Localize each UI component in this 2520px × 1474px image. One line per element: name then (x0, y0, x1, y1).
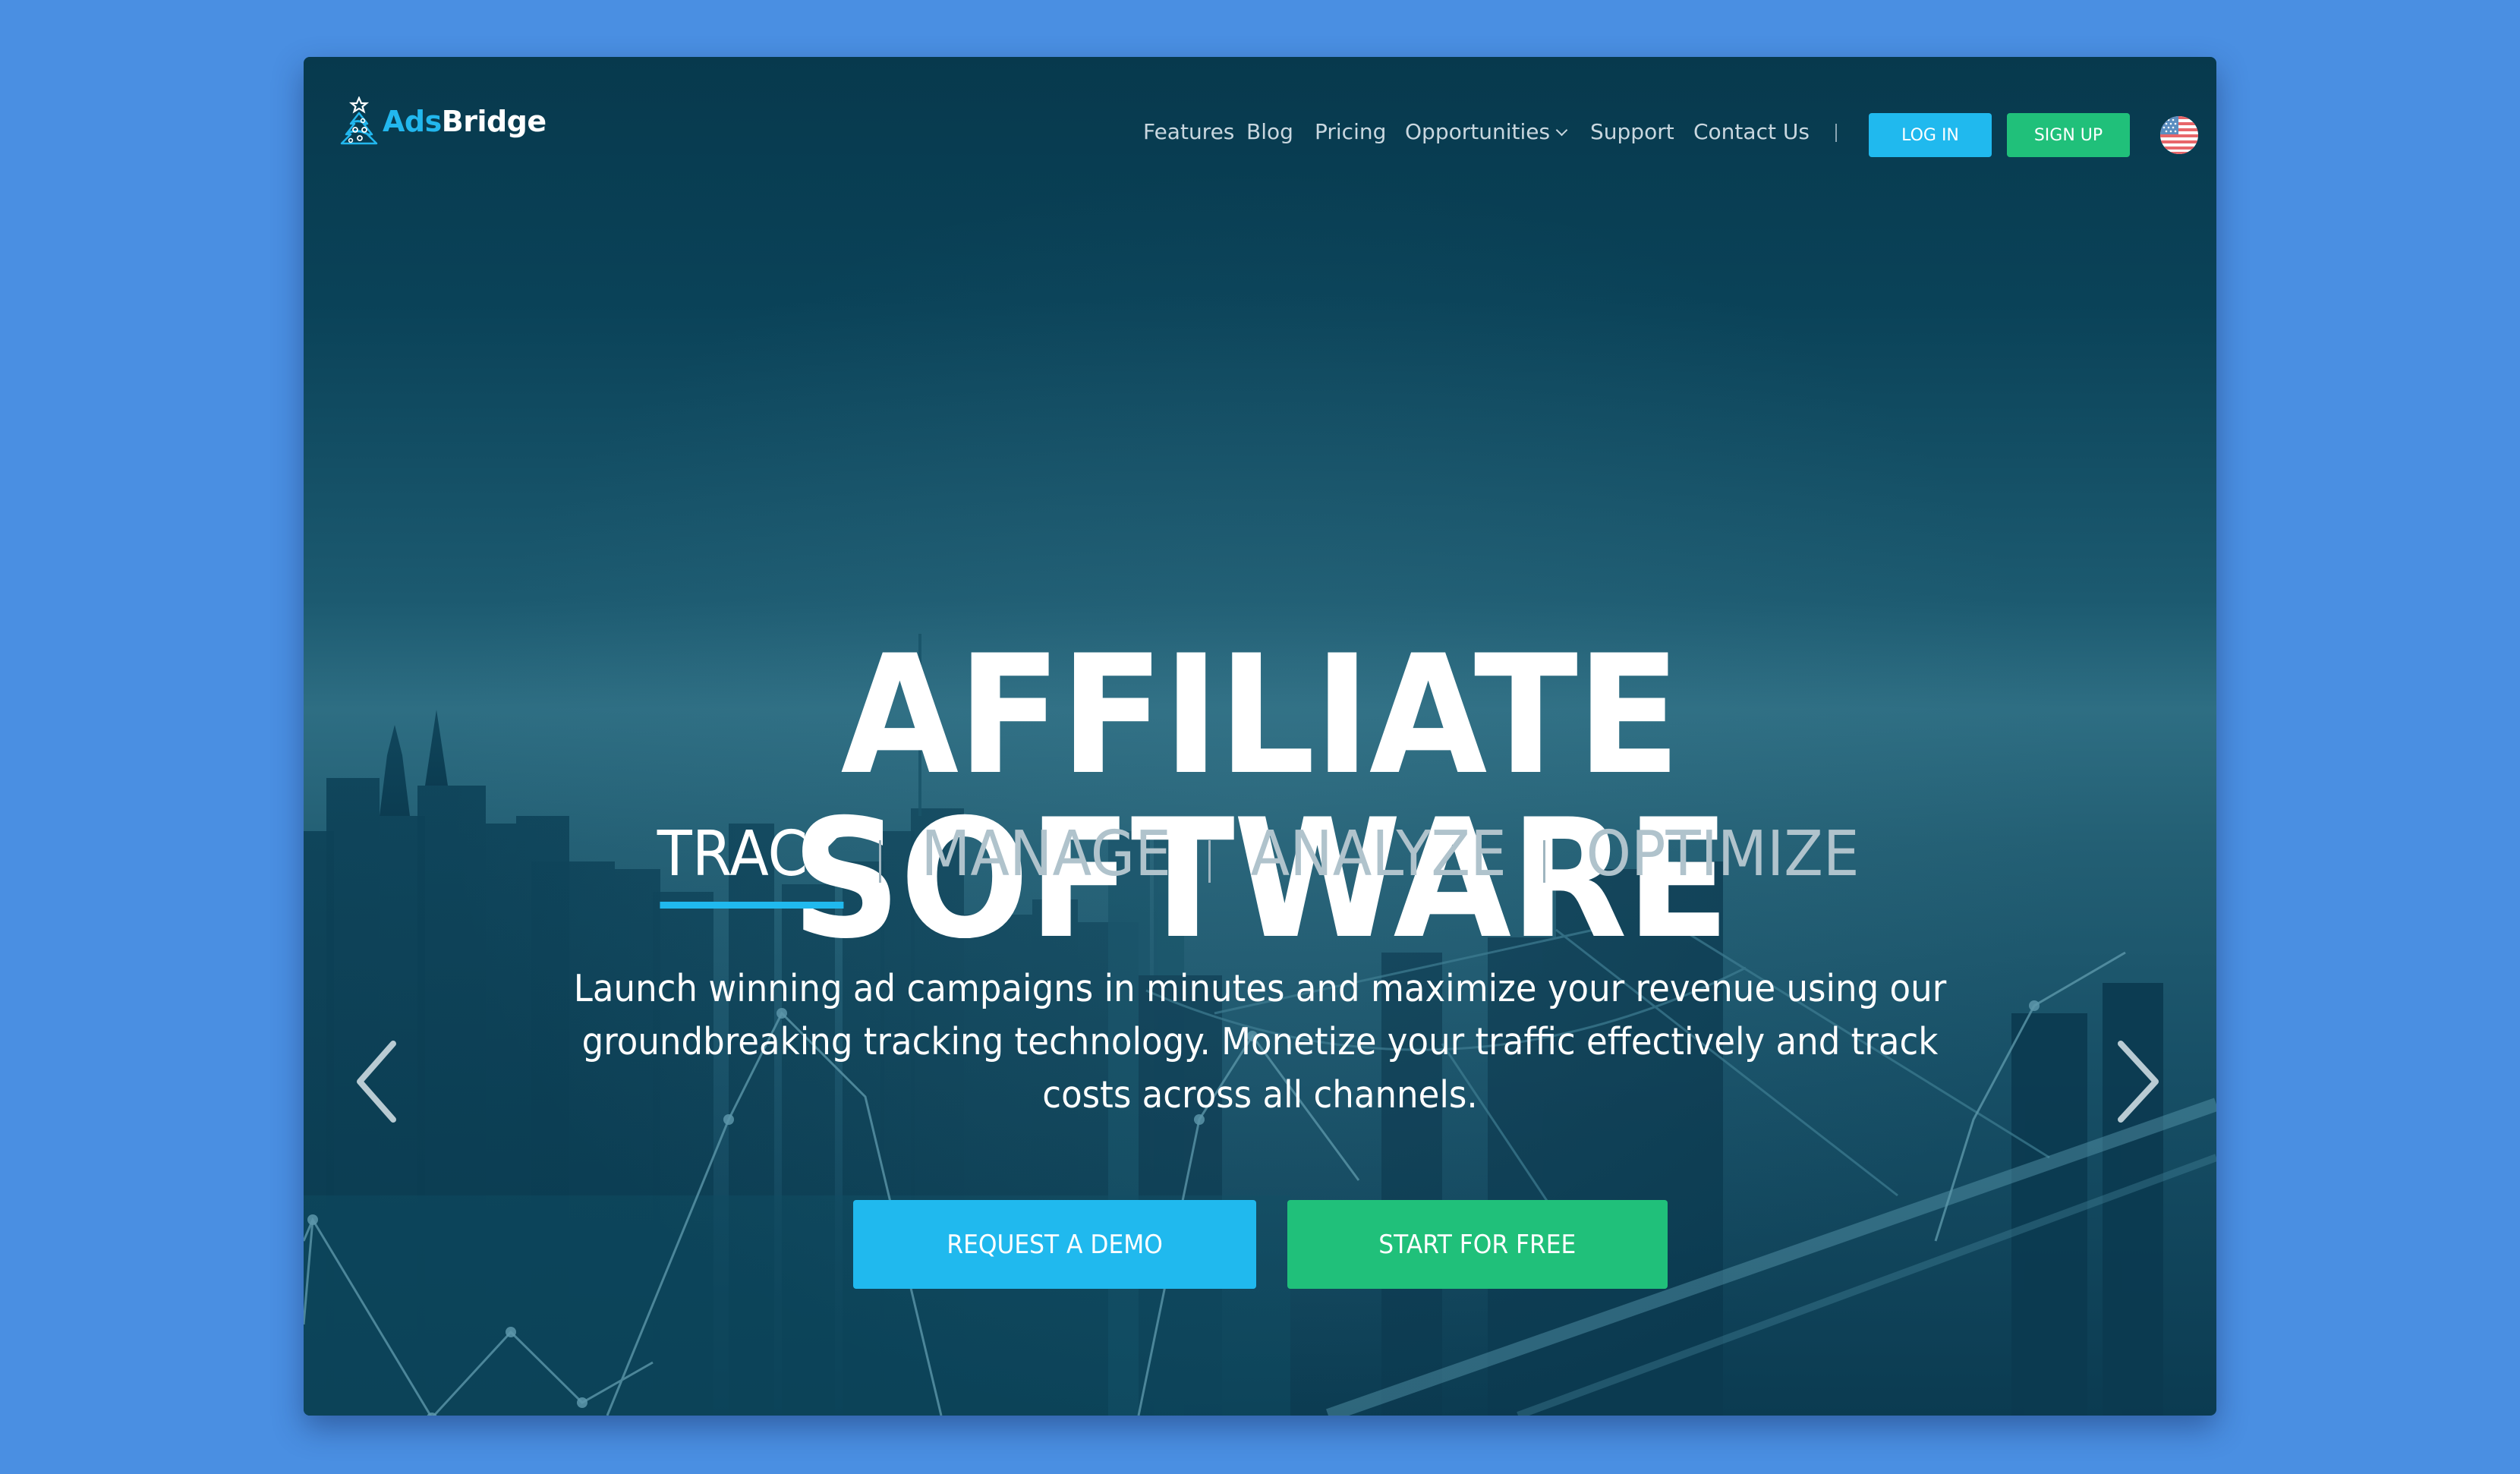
nav-contact-us[interactable]: Contact Us (1693, 119, 1810, 144)
browser-window: AdsBridge Features Blog Pricing Opportun… (304, 57, 2216, 1416)
nav-features[interactable]: Features (1143, 119, 1234, 144)
us-flag-icon[interactable] (2160, 116, 2198, 154)
hero-description-line: groundbreaking tracking technology. Mone… (581, 1020, 1939, 1063)
request-demo-label: REQUEST A DEMO (947, 1229, 1163, 1260)
signup-button[interactable]: SIGN UP (2007, 113, 2130, 157)
active-tab-indicator (660, 902, 844, 909)
tab-manage[interactable]: MANAGE (921, 817, 1172, 892)
feature-tabs: TRACK MANAGE ANALYZE OPTIMIZE (304, 817, 2216, 909)
tab-divider (879, 840, 882, 883)
tab-optimize[interactable]: OPTIMIZE (1586, 817, 1860, 892)
hero-description-line: costs across all channels. (1042, 1073, 1478, 1117)
carousel-next-button[interactable] (2113, 1036, 2166, 1127)
nav-divider (1835, 124, 1837, 142)
hero-description-line: Launch winning ad campaigns in minutes a… (573, 967, 1947, 1010)
logo-text: AdsBridge (383, 105, 547, 138)
logo-text-bridge: Bridge (441, 105, 547, 138)
tab-divider (1542, 840, 1545, 883)
christmas-tree-icon (340, 96, 378, 145)
logo[interactable]: AdsBridge (340, 96, 547, 146)
nav-support[interactable]: Support (1590, 119, 1674, 144)
chevron-down-icon (1555, 124, 1568, 137)
hero-description: Launch winning ad campaigns in minutes a… (304, 962, 2216, 1122)
chevron-right-icon (2118, 1041, 2159, 1123)
tab-analyze[interactable]: ANALYZE (1250, 817, 1506, 892)
tab-divider (1208, 840, 1211, 883)
carousel-prev-button[interactable] (351, 1036, 404, 1127)
chevron-left-icon (357, 1041, 396, 1123)
start-for-free-label: START FOR FREE (1378, 1229, 1577, 1260)
login-button[interactable]: LOG IN (1869, 113, 1992, 157)
request-demo-button[interactable]: REQUEST A DEMO (853, 1200, 1256, 1289)
nav-blog[interactable]: Blog (1246, 119, 1293, 144)
nav-opportunities[interactable]: Opportunities (1405, 119, 1568, 144)
tab-track-label: TRACK (657, 818, 846, 890)
logo-text-ads: Ads (383, 105, 442, 138)
nav-opportunities-label: Opportunities (1405, 119, 1551, 144)
nav-pricing[interactable]: Pricing (1315, 119, 1386, 144)
hero-title: AFFILIATE SOFTWARE (791, 620, 1731, 975)
start-for-free-button[interactable]: START FOR FREE (1287, 1200, 1668, 1289)
tab-track[interactable]: TRACK (657, 817, 846, 909)
